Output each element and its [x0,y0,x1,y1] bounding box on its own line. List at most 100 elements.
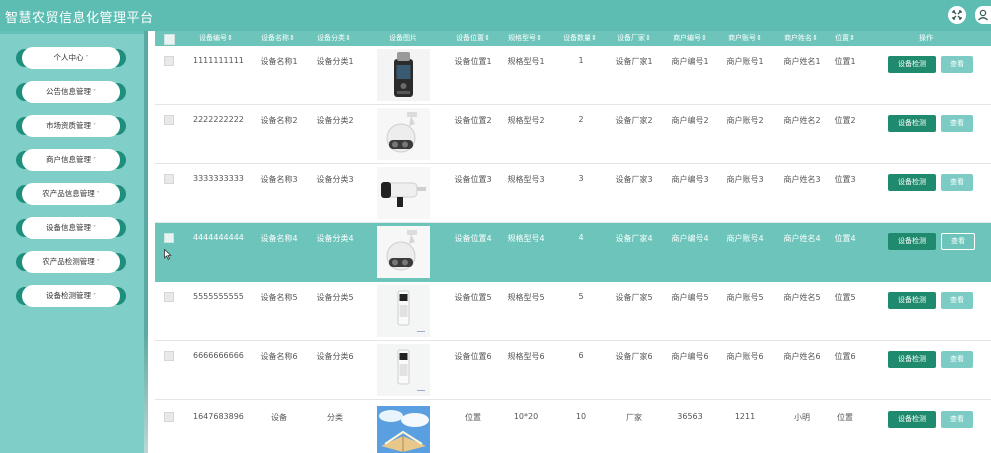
sidebar-item-produce[interactable]: 农产品信息管理 ˅ [22,183,120,205]
column-header-model[interactable]: 规格型号⇕ [508,31,542,46]
view-button[interactable]: 查看 [941,411,973,428]
row-checkbox[interactable] [164,56,174,66]
sidebar-item-market-qualification[interactable]: 市场资质管理 ˅ [22,115,120,137]
column-header-actions: 操作 [919,34,933,42]
cell-device-category: 分类 [327,413,343,422]
device-check-button[interactable]: 设备检测 [888,233,936,250]
sidebar-item-device-inspection[interactable]: 设备检测管理 ˅ [22,285,120,307]
view-button[interactable]: 查看 [941,56,973,73]
column-header-device-category[interactable]: 设备分类⇕ [317,31,351,46]
cell-device-name: 设备名称4 [260,234,298,243]
cell-device-id: 2222222222 [193,115,244,124]
sidebar-item-label: 公告信息管理 [46,87,91,96]
cell-merchant-name: 小明 [794,413,810,422]
select-all-checkbox[interactable] [164,34,175,45]
cell-merchant-account: 商户账号4 [726,234,764,243]
column-header-merchant-account[interactable]: 商户账号⇕ [728,31,762,46]
sidebar-item-devices[interactable]: 设备信息管理 ˅ [22,217,120,239]
column-header-merchant-no[interactable]: 商户编号⇕ [673,31,707,46]
sidebar-item-label: 商户信息管理 [46,155,91,164]
chevron-down-icon: ˅ [96,191,100,198]
table-row-selected[interactable]: 4444444444 设备名称4 设备分类4 设备位置4 规格型号4 4 设备厂… [155,223,991,282]
chevron-down-icon: ˅ [93,123,96,130]
row-checkbox[interactable] [164,351,174,361]
cell-device-category: 设备分类4 [316,234,354,243]
sidebar-item-label: 农产品检测管理 [42,257,95,266]
table-row[interactable]: 1111111111 设备名称1 设备分类1 设备位置1 规格型号1 1 设备厂… [155,46,991,105]
device-image-dome-camera [377,108,430,160]
device-check-button[interactable]: 设备检测 [888,351,936,368]
cell-maker: 设备厂家4 [615,234,653,243]
view-button[interactable]: 查看 [941,174,973,191]
table-row[interactable]: 2222222222 设备名称2 设备分类2 设备位置2 规格型号2 2 设备厂… [155,105,991,164]
table-row[interactable]: 6666666666 设备名称6 设备分类6 设备位置6 规格型号6 6 设备厂… [155,341,991,400]
sidebar-item-personal-center[interactable]: 个人中心 ˅ [22,47,120,69]
device-check-button[interactable]: 设备检测 [888,56,936,73]
cell-merchant-account: 商户账号2 [726,116,764,125]
cell-merchant-name: 商户姓名3 [783,175,821,184]
device-check-button[interactable]: 设备检测 [888,411,936,428]
chevron-down-icon: ˅ [93,89,96,96]
cell-device-id: 3333333333 [193,174,244,183]
view-button[interactable]: 查看 [941,233,975,250]
cell-merchant-no: 商户编号1 [671,57,709,66]
column-header-device-id[interactable]: 设备编号⇕ [199,31,233,46]
cell-quantity: 3 [578,174,584,183]
cell-device-name: 设备名称1 [260,57,298,66]
cell-model: 规格型号5 [507,293,545,302]
column-header-quantity[interactable]: 设备数量⇕ [563,31,597,46]
cell-model: 规格型号6 [507,352,545,361]
device-check-button[interactable]: 设备检测 [888,115,936,132]
table-row[interactable]: 1647683896 设备 分类 位置 10*20 10 厂家 36563 12… [155,400,991,453]
mouse-cursor-icon [164,249,172,260]
cell-merchant-name: 商户姓名6 [783,352,821,361]
user-icon[interactable] [975,6,991,24]
row-checkbox[interactable] [164,174,174,184]
cell-position: 位置2 [834,116,856,125]
chevron-down-icon: ˅ [85,55,89,62]
column-header-device-location[interactable]: 设备位置⇕ [456,31,490,46]
column-header-device-name[interactable]: 设备名称⇕ [261,31,295,46]
cell-quantity: 4 [578,233,584,242]
column-header-position[interactable]: 位置⇕ [835,31,855,46]
cell-maker: 设备厂家3 [615,175,653,184]
device-image-book-sky [377,406,430,453]
device-table: 设备编号⇕ 设备名称⇕ 设备分类⇕ 设备图片 设备位置⇕ 规格型号⇕ 设备数量⇕… [155,31,991,453]
table-header: 设备编号⇕ 设备名称⇕ 设备分类⇕ 设备图片 设备位置⇕ 规格型号⇕ 设备数量⇕… [155,31,991,46]
sidebar-item-merchants[interactable]: 商户信息管理 ˅ [22,149,120,171]
sidebar-item-announcements[interactable]: 公告信息管理 ˅ [22,81,120,103]
sidebar-divider [144,31,148,453]
table-row[interactable]: 3333333333 设备名称3 设备分类3 设备位置3 规格型号3 3 设备厂… [155,164,991,223]
cell-device-category: 设备分类1 [316,57,354,66]
cell-device-category: 设备分类6 [316,352,354,361]
column-header-merchant-name[interactable]: 商户姓名⇕ [784,31,818,46]
cell-merchant-name: 商户姓名4 [783,234,821,243]
cell-merchant-account: 1211 [734,412,756,421]
device-check-button[interactable]: 设备检测 [888,292,936,309]
row-checkbox[interactable] [164,115,174,125]
cell-maker: 设备厂家2 [615,116,653,125]
row-checkbox[interactable] [164,292,174,302]
row-checkbox[interactable] [164,233,174,243]
cell-merchant-account: 商户账号3 [726,175,764,184]
device-check-button[interactable]: 设备检测 [888,174,936,191]
cell-merchant-no: 商户编号5 [671,293,709,302]
table-row[interactable]: 5555555555 设备名称5 设备分类5 设备位置5 规格型号5 5 设备厂… [155,282,991,341]
view-button[interactable]: 查看 [941,351,973,368]
view-button[interactable]: 查看 [941,292,973,309]
cell-merchant-name: 商户姓名5 [783,293,821,302]
cell-device-location: 设备位置1 [454,57,492,66]
sidebar-item-produce-inspection[interactable]: 农产品检测管理 ˅ [22,251,120,273]
row-checkbox[interactable] [164,412,174,422]
view-button[interactable]: 查看 [941,115,973,132]
chevron-down-icon: ˅ [93,225,96,232]
column-header-maker[interactable]: 设备厂家⇕ [617,31,651,46]
cell-quantity: 2 [578,115,584,124]
sidebar-item-label: 农产品信息管理 [42,189,95,198]
expand-icon[interactable] [948,6,966,24]
cell-quantity: 6 [578,351,584,360]
cell-merchant-no: 商户编号2 [671,116,709,125]
cell-merchant-no: 36563 [677,412,703,421]
sidebar-item-label: 设备信息管理 [46,223,91,232]
cell-maker: 设备厂家5 [615,293,653,302]
